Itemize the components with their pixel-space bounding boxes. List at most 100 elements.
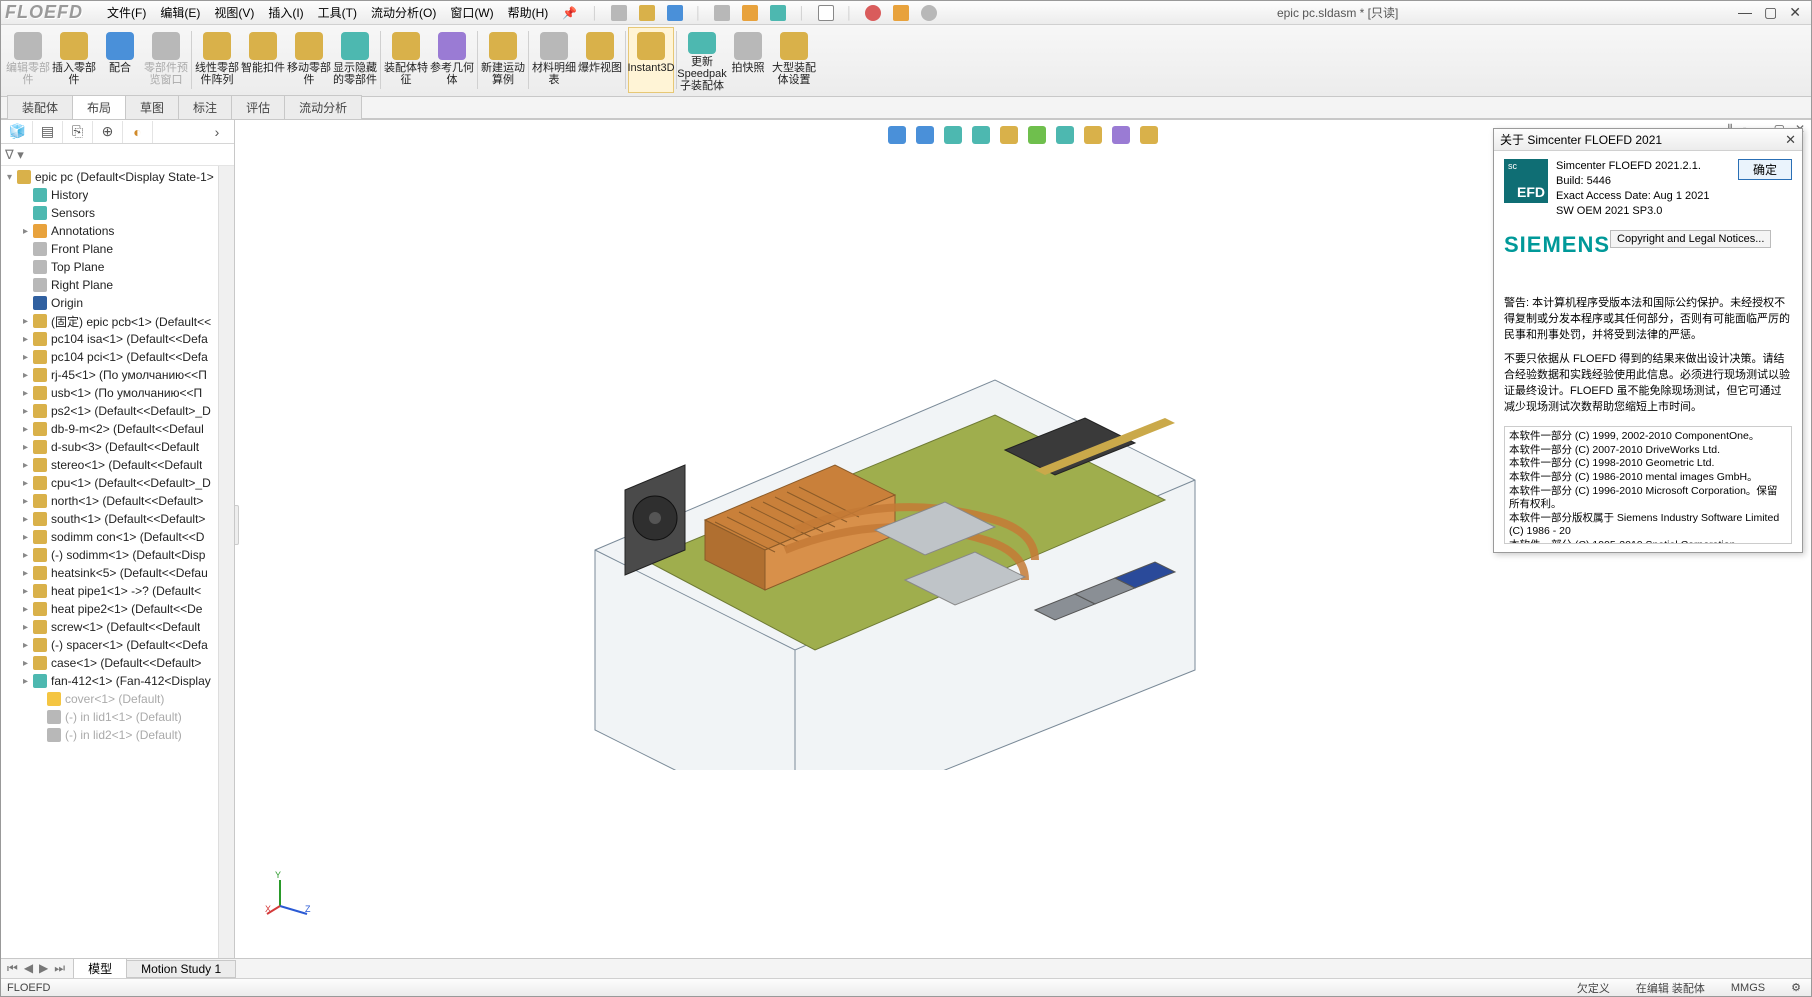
rb-edit-component[interactable]: 编辑零部件 — [5, 27, 51, 93]
tree-node[interactable]: ▸(-) sodimm<1> (Default<Disp — [1, 546, 234, 564]
splitter-handle[interactable] — [235, 505, 239, 545]
tree-node[interactable]: cover<1> (Default) — [1, 690, 234, 708]
rb-mate[interactable]: 配合 — [97, 27, 143, 93]
menu-help[interactable]: 帮助(H) — [502, 2, 555, 23]
tree-node[interactable]: Top Plane — [1, 258, 234, 276]
tree-node[interactable]: ▸heat pipe2<1> (Default<<De — [1, 600, 234, 618]
status-units[interactable]: MMGS — [1727, 982, 1769, 994]
new-icon[interactable] — [611, 5, 627, 21]
dialog-titlebar[interactable]: 关于 Simcenter FLOEFD 2021 ✕ — [1494, 129, 1802, 151]
menu-file[interactable]: 文件(F) — [101, 2, 152, 23]
tree-filter[interactable]: ∇ ▾ — [1, 144, 234, 166]
menu-edit[interactable]: 编辑(E) — [154, 2, 206, 23]
tree-node[interactable]: ▸usb<1> (По умолчанию<<П — [1, 384, 234, 402]
display-style-icon[interactable] — [1028, 126, 1046, 144]
tree-node[interactable]: ▸ps2<1> (Default<<Default>_D — [1, 402, 234, 420]
view-settings-icon[interactable] — [1140, 126, 1158, 144]
tree-node[interactable]: ▸(固定) epic pcb<1> (Default<< — [1, 312, 234, 330]
tree-node[interactable]: History — [1, 186, 234, 204]
minimize-button[interactable]: — — [1738, 4, 1752, 21]
fm-property-icon[interactable]: ▤ — [33, 121, 63, 143]
status-gear-icon[interactable]: ⚙ — [1787, 981, 1805, 994]
tree-node[interactable]: Right Plane — [1, 276, 234, 294]
tree-node[interactable]: ▸screw<1> (Default<<Default — [1, 618, 234, 636]
rb-speedpak[interactable]: 更新Speedpak子装配体 — [679, 27, 725, 93]
tree-node[interactable]: ▸sodimm con<1> (Default<<D — [1, 528, 234, 546]
feature-tree[interactable]: ▾epic pc (Default<Display State-1> Histo… — [1, 166, 234, 746]
tab-first[interactable]: ⏮ — [5, 961, 20, 976]
tree-node[interactable]: ▸cpu<1> (Default<<Default>_D — [1, 474, 234, 492]
tree-node[interactable]: (-) in lid2<1> (Default) — [1, 726, 234, 744]
zoom-area-icon[interactable] — [916, 126, 934, 144]
hide-show-icon[interactable] — [1056, 126, 1074, 144]
tree-node[interactable]: ▸heatsink<5> (Default<<Defau — [1, 564, 234, 582]
fm-dim-icon[interactable]: ⊕ — [93, 121, 123, 143]
rb-preview-window[interactable]: 零部件预览窗口 — [143, 27, 189, 93]
credits-list[interactable]: 本软件一部分 (C) 1999, 2002-2010 ComponentOne。… — [1504, 426, 1792, 544]
rb-move-component[interactable]: 移动零部件 — [286, 27, 332, 93]
rb-show-hidden[interactable]: 显示隐藏的零部件 — [332, 27, 378, 93]
graphics-viewport[interactable]: ⦀ ▫ _ ▢ ✕ — [235, 120, 1811, 958]
tree-node[interactable]: ▸pc104 isa<1> (Default<<Defa — [1, 330, 234, 348]
ok-button[interactable]: 确定 — [1738, 159, 1792, 180]
open-icon[interactable] — [639, 5, 655, 21]
menu-tools[interactable]: 工具(T) — [312, 2, 363, 23]
tree-scrollbar[interactable] — [218, 166, 234, 958]
tree-node[interactable]: ▸d-sub<3> (Default<<Default — [1, 438, 234, 456]
zoom-fit-icon[interactable] — [888, 126, 906, 144]
maximize-button[interactable]: ▢ — [1764, 4, 1777, 21]
tree-node[interactable]: Front Plane — [1, 240, 234, 258]
fm-expand-icon[interactable]: › — [202, 121, 232, 143]
tree-node[interactable]: ▸fan-412<1> (Fan-412<Display — [1, 672, 234, 690]
rb-linear-pattern[interactable]: 线性零部件阵列 — [194, 27, 240, 93]
tab-last[interactable]: ⏭ — [52, 961, 67, 976]
tab-assembly[interactable]: 装配体 — [7, 95, 73, 119]
tab-evaluate[interactable]: 评估 — [231, 95, 285, 119]
gear-icon[interactable] — [921, 5, 937, 21]
rb-ref-geometry[interactable]: 参考几何体 — [429, 27, 475, 93]
tree-node[interactable]: ▸Annotations — [1, 222, 234, 240]
tab-motion-study[interactable]: Motion Study 1 — [126, 960, 236, 978]
tab-layout[interactable]: 布局 — [72, 95, 126, 119]
tab-prev[interactable]: ◀ — [22, 961, 35, 976]
tree-node[interactable]: ▸pc104 pci<1> (Default<<Defa — [1, 348, 234, 366]
tab-sketch[interactable]: 草图 — [125, 95, 179, 119]
print-icon[interactable] — [714, 5, 730, 21]
tab-next[interactable]: ▶ — [37, 961, 50, 976]
tree-root[interactable]: ▾epic pc (Default<Display State-1> — [1, 168, 234, 186]
rb-assembly-features[interactable]: 装配体特征 — [383, 27, 429, 93]
tree-node[interactable]: ▸north<1> (Default<<Default> — [1, 492, 234, 510]
tree-node[interactable]: ▸(-) spacer<1> (Default<<Defa — [1, 636, 234, 654]
tree-node[interactable]: ▸south<1> (Default<<Default> — [1, 510, 234, 528]
select-icon[interactable] — [818, 5, 834, 21]
section-icon[interactable] — [972, 126, 990, 144]
scene-icon[interactable] — [1112, 126, 1130, 144]
fm-display-icon[interactable]: ◐ — [123, 121, 153, 143]
tree-node[interactable]: ▸rj-45<1> (По умолчанию<<П — [1, 366, 234, 384]
fm-tree-icon[interactable]: 🧊 — [3, 121, 33, 143]
menu-flow[interactable]: 流动分析(O) — [365, 2, 442, 23]
tree-node[interactable]: ▸stereo<1> (Default<<Default — [1, 456, 234, 474]
view-orient-icon[interactable] — [1000, 126, 1018, 144]
tree-node[interactable]: Sensors — [1, 204, 234, 222]
tab-flow-analysis[interactable]: 流动分析 — [284, 95, 362, 119]
tree-node[interactable]: ▸heat pipe1<1> ->? (Default< — [1, 582, 234, 600]
pin-icon[interactable]: 📌 — [562, 6, 577, 20]
menu-view[interactable]: 视图(V) — [208, 2, 260, 23]
close-button[interactable]: ✕ — [1789, 4, 1801, 21]
tree-node[interactable]: ▸db-9-m<2> (Default<<Defaul — [1, 420, 234, 438]
record-icon[interactable] — [865, 5, 881, 21]
rebuild-icon[interactable] — [770, 5, 786, 21]
tab-model[interactable]: 模型 — [73, 958, 127, 979]
tree-node[interactable]: ▸case<1> (Default<<Default> — [1, 654, 234, 672]
options-icon[interactable] — [893, 5, 909, 21]
rb-instant3d[interactable]: Instant3D — [628, 27, 674, 93]
legal-notices-button[interactable]: Copyright and Legal Notices... — [1610, 230, 1771, 248]
rb-large-assembly[interactable]: 大型装配体设置 — [771, 27, 817, 93]
rb-insert-component[interactable]: 插入零部件 — [51, 27, 97, 93]
rb-exploded[interactable]: 爆炸视图 — [577, 27, 623, 93]
tree-node[interactable]: Origin — [1, 294, 234, 312]
appearance-icon[interactable] — [1084, 126, 1102, 144]
fm-config-icon[interactable]: ⎘ — [63, 121, 93, 143]
rb-bom[interactable]: 材料明细表 — [531, 27, 577, 93]
